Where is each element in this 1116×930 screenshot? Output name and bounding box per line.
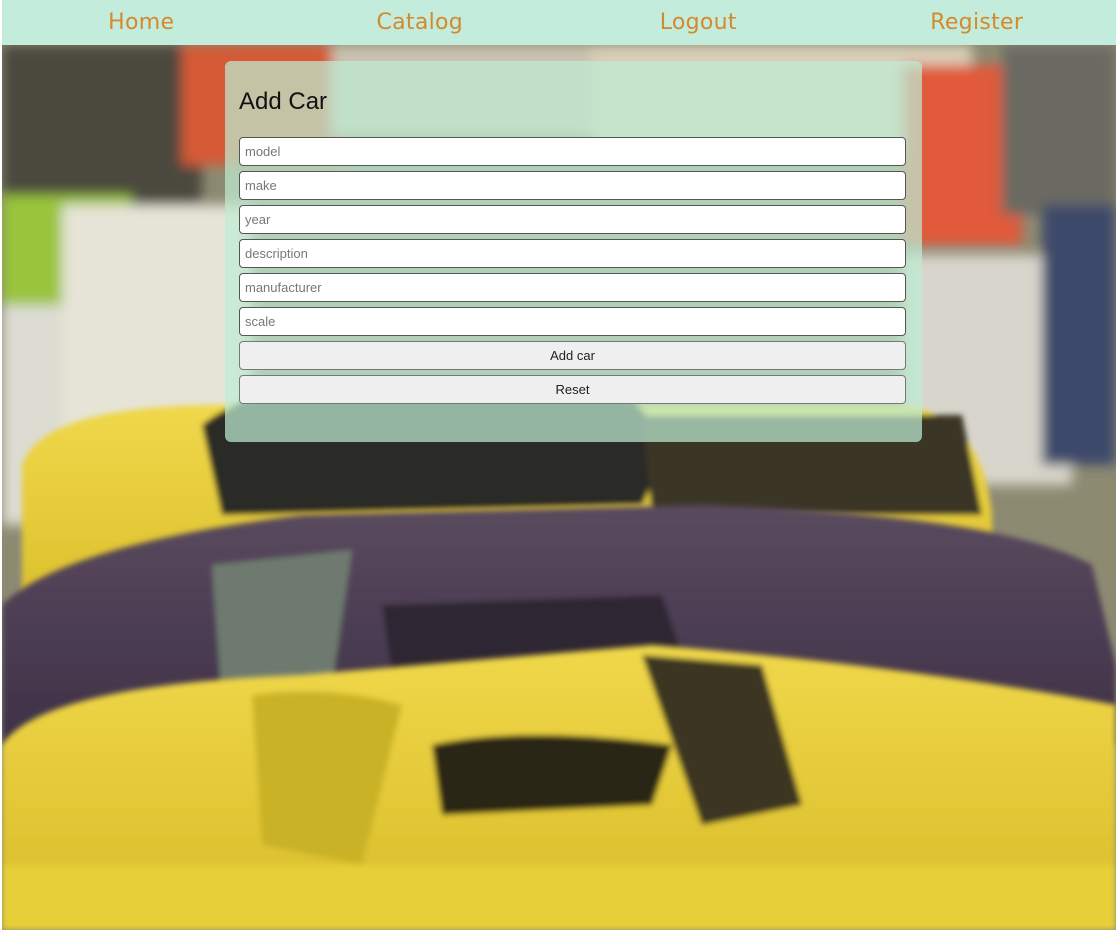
nav-home-link[interactable]: Home (2, 10, 281, 35)
make-input[interactable] (239, 171, 906, 200)
manufacturer-input[interactable] (239, 273, 906, 302)
form-title: Add Car (239, 88, 328, 115)
description-input[interactable] (239, 239, 906, 268)
scale-input[interactable] (239, 307, 906, 336)
page: Home Catalog Logout Register Add Car mod… (2, 0, 1116, 930)
reset-button[interactable]: Reset (239, 375, 906, 404)
top-navigation: Home Catalog Logout Register (2, 0, 1116, 45)
nav-logout-link[interactable]: Logout (559, 10, 838, 35)
nav-register-link[interactable]: Register (838, 10, 1116, 35)
add-car-button[interactable]: Add car (239, 341, 906, 370)
nav-catalog-link[interactable]: Catalog (281, 10, 560, 35)
add-car-form: Add Car Add car Reset (225, 61, 922, 442)
year-input[interactable] (239, 205, 906, 234)
model-input[interactable] (239, 137, 906, 166)
